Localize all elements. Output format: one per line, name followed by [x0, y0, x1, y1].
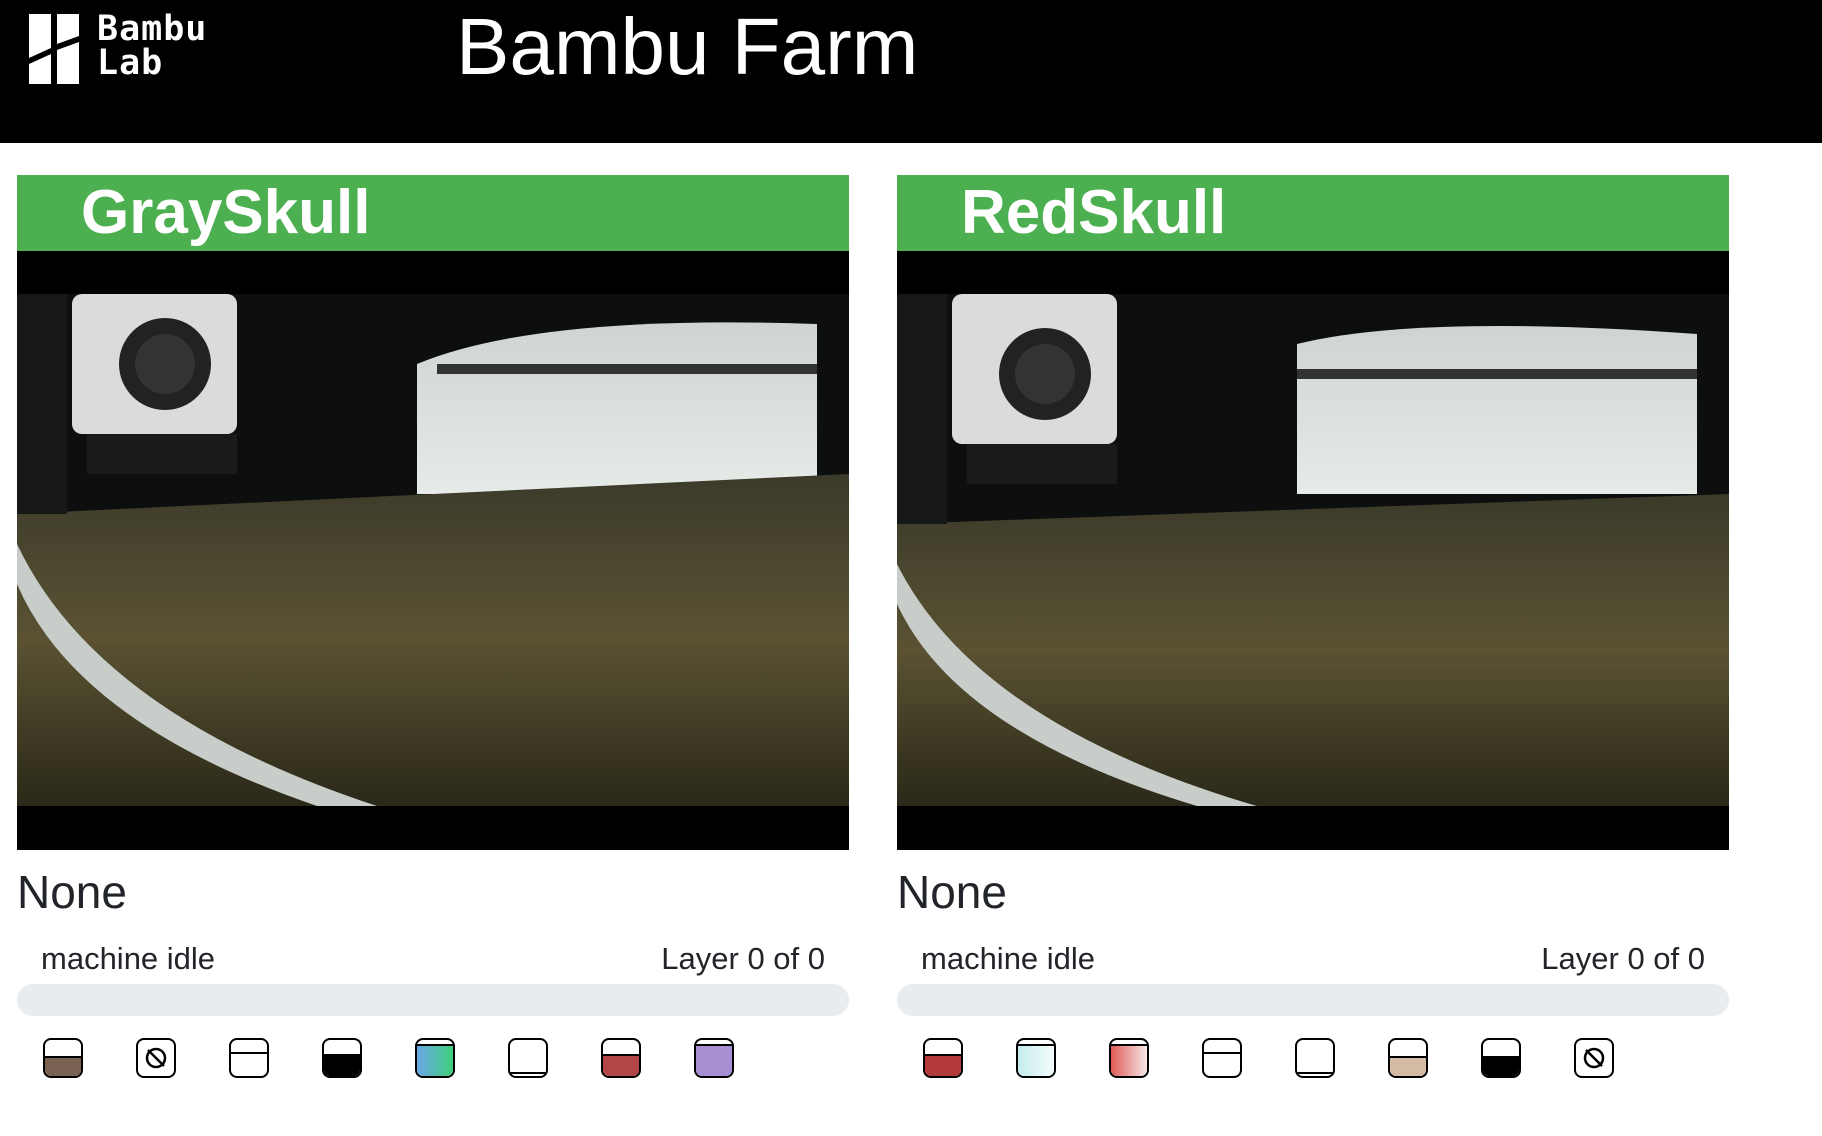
ams-tray-4[interactable] [322, 1038, 362, 1078]
ams-tray-6[interactable] [508, 1038, 548, 1078]
printer-card-header: RedSkull [897, 175, 1729, 251]
ams-tray-3[interactable] [1109, 1038, 1149, 1078]
ams-tray-1[interactable] [923, 1038, 963, 1078]
printer-name: GraySkull [81, 178, 371, 247]
camera-image [897, 294, 1729, 806]
ams-tray-5[interactable] [415, 1038, 455, 1078]
bambu-lab-logo: Bambu Lab [29, 9, 269, 86]
camera-image [17, 294, 849, 806]
printer-card-redskull[interactable]: RedSkull None machine idle Layer 0 of 0 [897, 175, 1729, 1078]
machine-status: machine idle [41, 941, 216, 976]
print-progress-bar [897, 984, 1729, 1016]
job-name: None [897, 866, 1007, 918]
print-progress-bar [17, 984, 849, 1016]
ams-tray-2-empty[interactable] [136, 1038, 176, 1078]
camera-feed[interactable] [17, 251, 849, 850]
machine-status: machine idle [921, 941, 1096, 976]
ams-tray-5[interactable] [1295, 1038, 1335, 1078]
printer-card-grayskull[interactable]: GraySkull None machine idle Layer 0 of 0 [17, 175, 849, 1078]
page-title: Bambu Farm [456, 2, 919, 91]
ams-tray-list [923, 1038, 1713, 1080]
ams-tray-8[interactable] [694, 1038, 734, 1078]
printer-card-header: GraySkull [17, 175, 849, 251]
ams-tray-4[interactable] [1202, 1038, 1242, 1078]
ams-tray-7[interactable] [601, 1038, 641, 1078]
layer-count: Layer 0 of 0 [1541, 941, 1705, 976]
logo-text-line1: Bambu [97, 9, 208, 49]
empty-slot-icon [145, 1047, 167, 1069]
logo-text-line2: Lab [97, 43, 164, 83]
bambu-logo-mark-icon [29, 14, 79, 84]
layer-count: Layer 0 of 0 [661, 941, 825, 976]
ams-tray-2[interactable] [1016, 1038, 1056, 1078]
ams-tray-1[interactable] [43, 1038, 83, 1078]
app-header: Bambu Lab Bambu Farm [0, 0, 1822, 143]
camera-feed[interactable] [897, 251, 1729, 850]
ams-tray-7[interactable] [1481, 1038, 1521, 1078]
printer-name: RedSkull [961, 178, 1227, 247]
job-name: None [17, 866, 127, 918]
ams-tray-8-empty[interactable] [1574, 1038, 1614, 1078]
ams-tray-6[interactable] [1388, 1038, 1428, 1078]
ams-tray-list [43, 1038, 833, 1080]
ams-tray-3[interactable] [229, 1038, 269, 1078]
empty-slot-icon [1583, 1047, 1605, 1069]
